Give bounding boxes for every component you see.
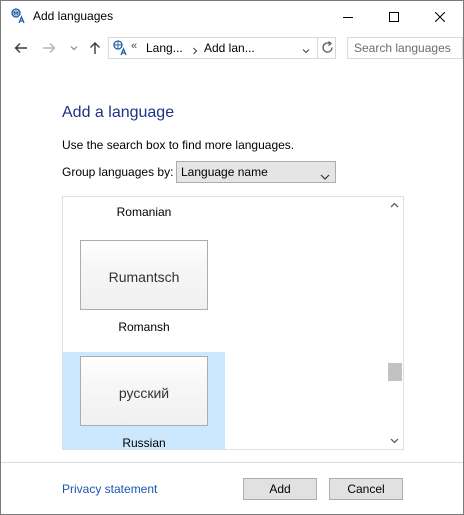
language-name-romanian[interactable]: Romanian <box>63 205 225 219</box>
breadcrumb-languages[interactable]: Lang... <box>146 41 183 55</box>
refresh-icon[interactable] <box>320 40 335 55</box>
page-title: Add a language <box>62 104 175 121</box>
footer-divider <box>1 462 463 463</box>
close-button[interactable] <box>417 1 463 32</box>
language-name-russian[interactable]: Russian <box>63 436 225 449</box>
vertical-scrollbar[interactable] <box>386 197 403 449</box>
group-by-value: Language name <box>181 165 268 179</box>
forward-arrow-icon <box>43 43 56 53</box>
add-languages-window: Add languages « Lang... Add lan... Searc… <box>0 0 464 515</box>
scroll-up-icon[interactable] <box>388 199 401 212</box>
back-button[interactable] <box>11 38 31 58</box>
language-tile-romansh[interactable]: Rumantsch <box>80 240 208 310</box>
forward-button[interactable] <box>39 38 59 58</box>
scrollbar-thumb[interactable] <box>388 363 402 381</box>
title-bar: Add languages <box>1 1 463 32</box>
up-button[interactable] <box>85 38 105 58</box>
minimize-button[interactable] <box>325 1 371 32</box>
chevron-down-icon <box>70 46 78 51</box>
maximize-button[interactable] <box>371 1 417 32</box>
address-bar[interactable]: « Lang... Add lan... <box>108 37 336 59</box>
native-name-romansh: Rumantsch <box>108 269 180 285</box>
breadcrumb-add-languages[interactable]: Add lan... <box>204 41 255 55</box>
recent-locations-button[interactable] <box>64 38 84 58</box>
overflow-chevron[interactable]: « <box>131 40 137 52</box>
search-hint: Use the search box to find more language… <box>62 138 295 152</box>
group-by-label: Group languages by: <box>62 165 174 179</box>
navigation-bar: « Lang... Add lan... Search languages <box>1 32 463 64</box>
address-divider <box>317 38 318 58</box>
chevron-down-icon <box>320 168 330 180</box>
up-arrow-icon <box>90 42 100 54</box>
privacy-statement-link[interactable]: Privacy statement <box>62 482 157 496</box>
language-icon <box>112 40 128 56</box>
native-name-russian: русский <box>118 385 170 401</box>
language-tile-russian[interactable]: русский <box>80 356 208 426</box>
search-placeholder: Search languages <box>354 41 451 55</box>
scroll-down-icon[interactable] <box>388 434 401 447</box>
cancel-button[interactable]: Cancel <box>329 478 403 500</box>
group-by-dropdown[interactable]: Language name <box>176 161 336 183</box>
minimize-icon <box>343 16 353 18</box>
maximize-icon <box>389 11 399 22</box>
close-icon <box>435 11 445 22</box>
search-input[interactable]: Search languages <box>347 37 463 59</box>
language-name-romansh[interactable]: Romansh <box>63 320 225 334</box>
window-title: Add languages <box>33 9 114 23</box>
language-icon <box>10 8 26 24</box>
add-button[interactable]: Add <box>243 478 317 500</box>
chevron-right-icon[interactable] <box>190 43 200 55</box>
language-list[interactable]: Romanian Rumantsch Romansh русский Russi… <box>62 196 404 450</box>
back-arrow-icon <box>14 43 27 53</box>
address-dropdown-icon[interactable] <box>301 43 311 54</box>
